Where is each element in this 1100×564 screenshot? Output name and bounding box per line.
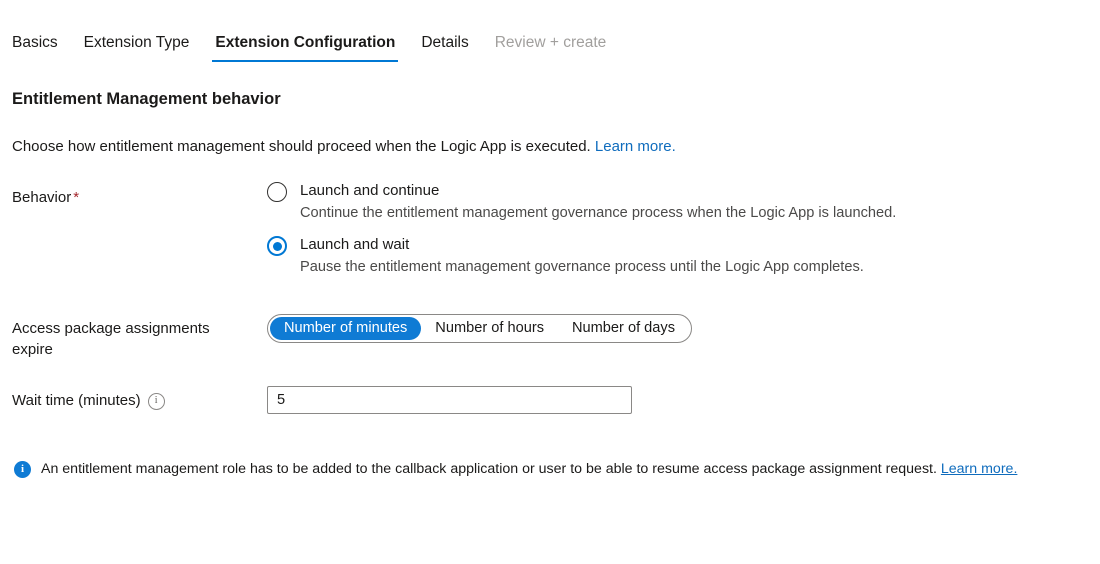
info-message-text: An entitlement management role has to be…	[41, 460, 1017, 479]
radio-checked-icon	[267, 236, 287, 256]
wait-time-label-text: Wait time (minutes)	[12, 392, 141, 409]
radio-launch-and-wait-description: Pause the entitlement management governa…	[300, 259, 864, 275]
radio-launch-and-continue-description: Continue the entitlement management gove…	[300, 205, 897, 221]
wait-time-input[interactable]	[267, 386, 632, 414]
wait-time-label-inline: Wait time (minutes)	[12, 390, 165, 411]
segment-number-of-days[interactable]: Number of days	[558, 317, 689, 340]
radio-launch-and-wait[interactable]: Launch and wait Pause the entitlement ma…	[267, 235, 896, 277]
page-title: Entitlement Management behavior	[12, 90, 281, 108]
wait-time-label: Wait time (minutes)	[12, 390, 252, 411]
tab-basics[interactable]: Basics	[0, 33, 71, 62]
radio-launch-and-wait-label: Launch and wait	[300, 236, 410, 253]
segment-number-of-minutes[interactable]: Number of minutes	[270, 317, 422, 340]
behavior-label-text: Behavior	[12, 189, 72, 206]
section-description-text: Choose how entitlement management should…	[12, 138, 591, 155]
radio-launch-and-continue-texts: Launch and continue Continue the entitle…	[300, 181, 896, 223]
behavior-radio-group: Launch and continue Continue the entitle…	[267, 181, 896, 277]
required-asterisk: *	[73, 189, 80, 206]
segment-number-of-hours[interactable]: Number of hours	[421, 317, 558, 340]
tab-review-create: Review + create	[482, 33, 620, 62]
radio-launch-and-continue[interactable]: Launch and continue Continue the entitle…	[267, 181, 896, 223]
radio-launch-and-continue-label: Launch and continue	[300, 182, 440, 199]
info-circle-outline-icon[interactable]	[147, 393, 165, 410]
info-message-bar: An entitlement management role has to be…	[14, 460, 1089, 479]
access-package-expire-label: Access package assignments expire	[12, 320, 210, 358]
expire-unit-segmented-control: Number of minutes Number of hours Number…	[267, 314, 693, 343]
radio-unchecked-icon	[267, 182, 287, 202]
wizard-tabs: Basics Extension Type Extension Configur…	[0, 33, 1100, 62]
section-description: Choose how entitlement management should…	[12, 136, 676, 157]
behavior-label: Behavior *	[12, 187, 252, 208]
extension-configuration-page: Basics Extension Type Extension Configur…	[0, 0, 1100, 564]
info-learn-more-link[interactable]: Learn more.	[941, 461, 1018, 477]
info-circle-filled-icon	[14, 461, 31, 478]
tab-details[interactable]: Details	[408, 33, 481, 62]
tab-extension-type[interactable]: Extension Type	[71, 33, 203, 62]
section-learn-more-link[interactable]: Learn more.	[595, 138, 676, 155]
info-message-body: An entitlement management role has to be…	[41, 461, 937, 477]
radio-launch-and-wait-texts: Launch and wait Pause the entitlement ma…	[300, 235, 864, 277]
tab-extension-configuration[interactable]: Extension Configuration	[202, 33, 408, 62]
